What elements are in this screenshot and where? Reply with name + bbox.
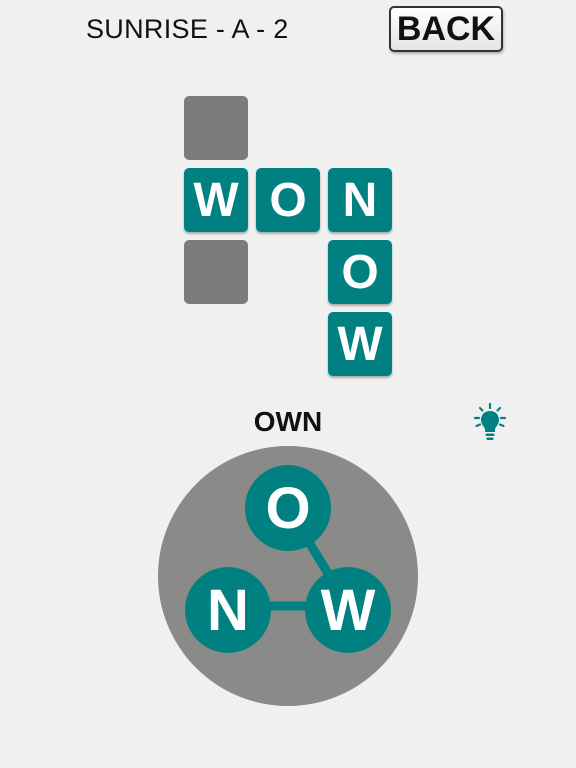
current-word: OWN [253, 406, 323, 437]
letter-cell: N [328, 168, 392, 232]
letter-wheel: O N W [158, 446, 418, 706]
wheel-letter-w[interactable]: W [305, 567, 391, 653]
letter-cell: O [328, 240, 392, 304]
wheel-letter-o[interactable]: O [245, 465, 331, 551]
wheel-letter-n[interactable]: N [185, 567, 271, 653]
letter-cell: O [256, 168, 320, 232]
lightbulb-icon[interactable] [472, 402, 508, 444]
letter-cell: W [184, 168, 248, 232]
empty-cell [184, 240, 248, 304]
level-title: SUNRISE - A - 2 [86, 14, 289, 44]
back-button[interactable]: BACK [389, 6, 503, 52]
empty-cell [184, 96, 248, 160]
letter-cell: W [328, 312, 392, 376]
